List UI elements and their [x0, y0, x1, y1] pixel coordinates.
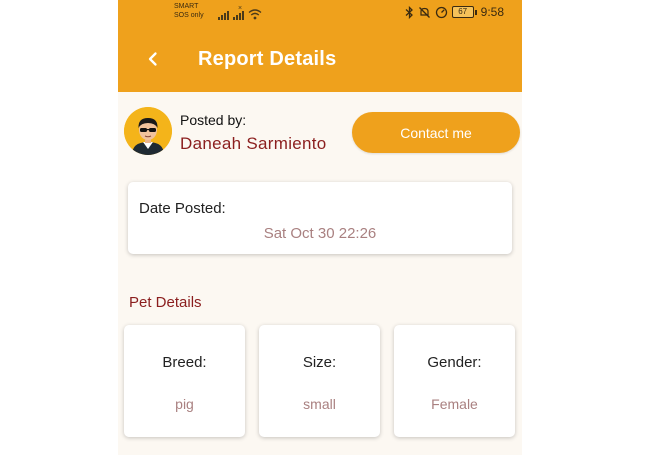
poster-name: Daneah Sarmiento [180, 134, 327, 153]
carrier-info: SMART SOS only [174, 2, 204, 20]
contact-me-button[interactable]: Contact me [352, 112, 520, 153]
date-posted-label: Date Posted: [139, 200, 226, 217]
clock: 9:58 [480, 5, 504, 19]
avatar [124, 107, 172, 155]
signal-x-icon: × [233, 5, 244, 20]
pet-details-title: Pet Details [129, 294, 202, 311]
back-button[interactable] [140, 46, 166, 72]
app-bar: Report Details [118, 28, 522, 92]
page-title: Report Details [198, 48, 337, 70]
avatar-sunglasses-icon [124, 107, 172, 155]
carrier-name: SMART [174, 3, 199, 10]
bluetooth-icon [405, 5, 413, 19]
speed-icon [435, 6, 447, 18]
pet-gender-card: Gender: Female [394, 325, 515, 437]
date-posted-card: Date Posted: Sat Oct 30 22:26 [128, 182, 512, 254]
posted-by-label: Posted by: [180, 112, 247, 128]
phone-screen: SMART SOS only × 67 9:58 Report Details … [118, 0, 522, 455]
size-label: Size: [302, 354, 337, 371]
chevron-left-icon [148, 52, 157, 66]
date-posted-value: Sat Oct 30 22:26 [263, 225, 377, 242]
pet-breed-card: Breed: pig [124, 325, 245, 437]
wifi-icon [248, 9, 262, 20]
signal-icon [218, 8, 229, 20]
carrier-status: SOS only [174, 12, 204, 19]
status-icons: 67 9:58 [405, 5, 504, 19]
header: SMART SOS only × 67 9:58 Report Details [118, 0, 522, 92]
breed-value: pig [175, 396, 194, 412]
gender-value: Female [431, 396, 478, 412]
battery-level: 67 [451, 6, 474, 18]
size-value: small [303, 396, 336, 412]
pet-size-card: Size: small [259, 325, 380, 437]
gender-label: Gender: [427, 354, 482, 371]
mute-icon [418, 6, 430, 18]
breed-label: Breed: [162, 354, 207, 371]
signal-group: × [218, 5, 262, 20]
battery-icon: 67 [451, 6, 477, 18]
status-bar: SMART SOS only × 67 9:58 [118, 0, 522, 28]
